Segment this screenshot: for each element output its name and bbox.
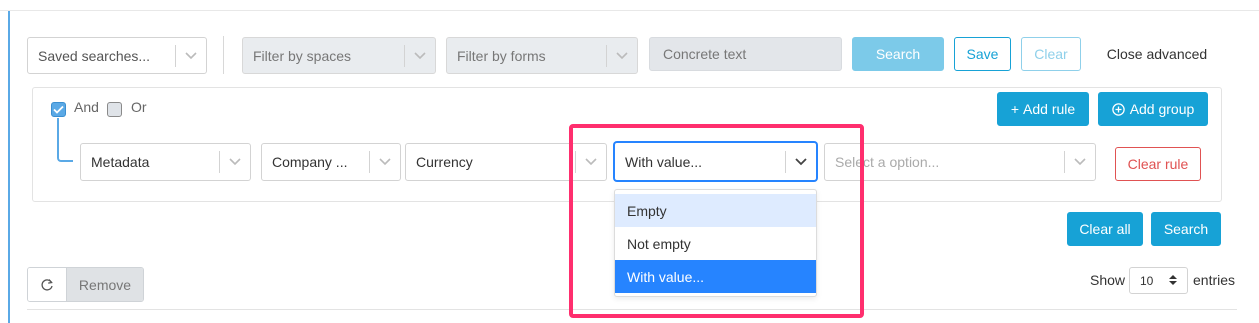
rule-operator-select[interactable]: With value... [614,142,817,181]
concrete-text-input[interactable]: Concrete text [649,37,842,71]
add-group-button[interactable]: Add group [1098,92,1208,126]
close-advanced-link[interactable]: Close advanced [1096,37,1218,71]
rule-company-value: Company ... [272,154,348,170]
clear-rule-button[interactable]: Clear rule [1115,147,1201,181]
entries-label: entries [1193,272,1236,288]
option-with-value[interactable]: With value... [615,260,816,293]
option-not-empty[interactable]: Not empty [615,227,816,260]
sort-arrows-icon [1169,274,1177,289]
chevron-down-icon [220,158,250,166]
entries-value: 10 [1140,273,1154,288]
saved-searches-select[interactable]: Saved searches... [27,37,207,74]
toolbar-separator [223,36,224,74]
chevron-down-icon [176,51,206,60]
operator-dropdown-menu: Empty Not empty With value... [614,189,817,297]
chevron-down-icon [1065,158,1095,166]
rule-field-select[interactable]: Metadata [80,143,251,181]
and-checkbox[interactable] [51,102,66,117]
rule-field-value: Metadata [91,154,150,170]
entries-select[interactable]: 10 [1129,267,1188,294]
table-top-border [27,309,1237,310]
remove-button[interactable]: Remove [67,268,143,301]
option-empty[interactable]: Empty [615,194,816,227]
or-label: Or [131,99,147,115]
rule-operator-value: With value... [625,153,703,170]
add-rule-button[interactable]: + Add rule [997,92,1089,126]
top-divider [0,10,1259,11]
filter-spaces-select[interactable]: Filter by spaces [242,37,436,74]
chevron-down-icon [370,158,400,166]
rule-currency-value: Currency [416,154,473,170]
chevron-down-icon [607,51,637,60]
rule-connector [57,118,73,162]
search-button-top[interactable]: Search [852,37,944,71]
plus-icon: + [1010,101,1020,117]
refresh-icon [41,278,53,291]
remove-button-group: Remove [27,267,144,302]
show-label: Show [1090,272,1126,288]
filter-spaces-value: Filter by spaces [253,47,352,64]
rule-value-select[interactable]: Select a option... [824,143,1096,181]
check-icon [53,105,64,114]
chevron-down-icon [786,157,816,166]
chevron-down-icon [405,51,435,60]
chevron-down-icon [576,158,606,166]
clear-all-button[interactable]: Clear all [1067,212,1143,246]
panel-accent-bar [8,11,10,323]
saved-searches-value: Saved searches... [38,47,151,64]
or-checkbox[interactable] [107,102,122,117]
clear-button[interactable]: Clear [1021,37,1081,71]
refresh-button[interactable] [28,268,67,301]
save-button[interactable]: Save [954,37,1011,71]
rule-company-select[interactable]: Company ... [261,143,401,181]
rule-value-placeholder: Select a option... [835,154,940,170]
filter-forms-value: Filter by forms [457,47,546,64]
rule-currency-select[interactable]: Currency [405,143,607,181]
and-label: And [74,99,99,115]
plus-circle-icon [1111,102,1125,116]
search-button[interactable]: Search [1151,212,1221,246]
filter-forms-select[interactable]: Filter by forms [446,37,638,74]
